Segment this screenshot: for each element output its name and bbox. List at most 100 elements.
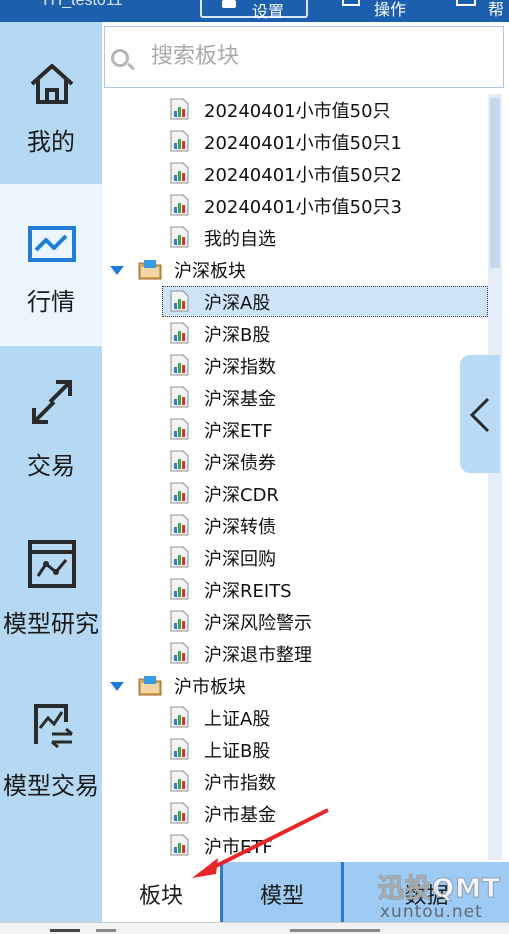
tree-folder-row[interactable]: 沪市板块 xyxy=(102,670,490,702)
sector-doc-icon xyxy=(170,226,189,248)
sector-doc-icon xyxy=(170,546,189,568)
sector-doc-icon xyxy=(170,578,189,600)
nav-item-trade[interactable]: 交易 xyxy=(0,346,102,508)
tree-item-row[interactable]: 沪深风险警示 xyxy=(102,606,490,638)
tree-item-row[interactable]: 沪深REITS xyxy=(102,574,490,606)
tree-item-row[interactable]: 沪深CDR xyxy=(102,478,490,510)
settings-label: 设置 xyxy=(252,2,285,21)
sector-doc-icon xyxy=(170,450,189,472)
tree-item-label: 沪市指数 xyxy=(204,773,276,794)
tree-item-label: 沪深回购 xyxy=(204,549,276,570)
tree-item-label: 沪深风险警示 xyxy=(204,613,312,634)
tree-item-row[interactable]: 20240401小市值50只 xyxy=(102,94,490,126)
sector-doc-icon xyxy=(170,162,189,184)
bottom-tab-bar: 板块 模型 数据 xyxy=(102,862,509,922)
operation-label: 操作 xyxy=(374,0,407,19)
sector-doc-icon xyxy=(170,418,189,440)
nav-label-mine: 我的 xyxy=(27,128,75,156)
tab-model[interactable]: 模型 xyxy=(223,862,341,922)
gear-icon xyxy=(222,0,236,8)
operation-button[interactable]: 操作 xyxy=(336,0,426,19)
nav-label-market: 行情 xyxy=(27,288,75,316)
tree-item-label: 沪市ETF xyxy=(204,837,273,858)
tree-scrollbar[interactable] xyxy=(488,94,502,860)
tree-item-row[interactable]: 沪市指数 xyxy=(102,766,490,798)
operation-icon xyxy=(342,0,360,6)
tree-item-row[interactable]: 20240401小市值50只2 xyxy=(102,158,490,190)
expand-arrow-icon[interactable] xyxy=(110,266,124,275)
help-icon xyxy=(456,0,476,6)
status-indicator xyxy=(96,929,116,932)
tree-item-row[interactable]: 沪深指数 xyxy=(102,350,490,382)
sector-doc-icon xyxy=(170,802,189,824)
tree-item-label: 20240401小市值50只 xyxy=(204,101,391,122)
tree-item-label: 沪深债券 xyxy=(204,453,276,474)
home-icon xyxy=(30,64,74,104)
tree-item-label: 20240401小市值50只1 xyxy=(204,133,402,154)
tree-item-row[interactable]: 沪深ETF xyxy=(102,414,490,446)
tree-item-row[interactable]: 20240401小市值50只3 xyxy=(102,190,490,222)
tree-item-label: 上证A股 xyxy=(204,709,271,730)
scrollbar-thumb[interactable] xyxy=(490,98,500,268)
tree-item-label: 沪深B股 xyxy=(204,325,271,346)
tree-item-row[interactable]: 上证B股 xyxy=(102,734,490,766)
tree-item-label: 沪深转债 xyxy=(204,517,276,538)
tree-item-row[interactable]: 上证A股 xyxy=(102,702,490,734)
tree-item-label: 沪深指数 xyxy=(204,357,276,378)
tree-item-row[interactable]: 我的自选 xyxy=(102,222,490,254)
status-indicator xyxy=(290,929,380,932)
sector-panel: 20240401小市值50只 20240401小市值50只1 20240401小市值… xyxy=(102,22,509,922)
sector-doc-icon xyxy=(170,770,189,792)
status-indicator xyxy=(50,929,80,932)
tree-item-row[interactable]: 沪市ETF xyxy=(102,830,490,860)
settings-button[interactable]: 设置 xyxy=(200,0,308,21)
folder-icon xyxy=(138,676,162,696)
folder-icon xyxy=(138,260,162,280)
chevron-left-icon xyxy=(469,397,490,433)
tab-sector[interactable]: 板块 xyxy=(102,862,220,922)
sector-doc-icon xyxy=(170,482,189,504)
swap-arrows-icon xyxy=(32,380,72,424)
nav-label-trade: 交易 xyxy=(27,452,75,480)
tree-item-row[interactable]: 沪深A股 xyxy=(102,286,490,318)
tree-item-label: 20240401小市值50只3 xyxy=(204,197,402,218)
tree-item-row[interactable]: 沪市基金 xyxy=(102,798,490,830)
tree-item-row[interactable]: 沪深基金 xyxy=(102,382,490,414)
sector-doc-icon xyxy=(170,130,189,152)
username-label: YH_test011 xyxy=(40,0,123,9)
tree-item-label: 我的自选 xyxy=(204,229,276,250)
market-chart-icon xyxy=(28,226,76,262)
model-trade-icon xyxy=(34,704,73,749)
help-button[interactable]: 帮 xyxy=(452,0,509,19)
tree-item-row[interactable]: 20240401小市值50只1 xyxy=(102,126,490,158)
tree-item-label: 20240401小市值50只2 xyxy=(204,165,402,186)
sector-doc-icon xyxy=(170,386,189,408)
tree-item-row[interactable]: 沪深退市整理 xyxy=(102,638,490,670)
sector-doc-icon xyxy=(170,194,189,216)
nav-item-model-research[interactable]: 模型研究 xyxy=(0,508,102,670)
sector-doc-icon xyxy=(170,514,189,536)
nav-label-model-research: 模型研究 xyxy=(3,610,99,638)
help-label: 帮 xyxy=(488,0,505,19)
nav-item-market[interactable]: 行情 xyxy=(0,184,102,346)
tree-item-label: 沪深板块 xyxy=(174,261,246,282)
sector-doc-icon xyxy=(170,322,189,344)
status-bar xyxy=(0,922,509,934)
tree-folder-row[interactable]: 沪深板块 xyxy=(102,254,490,286)
nav-item-model-trade[interactable]: 模型交易 xyxy=(0,670,102,832)
collapse-panel-button[interactable] xyxy=(460,355,500,473)
expand-arrow-icon[interactable] xyxy=(110,682,124,691)
tab-data[interactable]: 数据 xyxy=(344,862,509,922)
search-input[interactable] xyxy=(151,39,491,73)
tree-item-row[interactable]: 沪深转债 xyxy=(102,510,490,542)
tree-item-label: 沪深CDR xyxy=(204,485,279,506)
search-icon xyxy=(111,49,129,67)
sector-doc-icon xyxy=(170,738,189,760)
tree-item-row[interactable]: 沪深回购 xyxy=(102,542,490,574)
nav-item-mine[interactable]: 我的 xyxy=(0,22,102,184)
tree-item-row[interactable]: 沪深B股 xyxy=(102,318,490,350)
sector-doc-icon xyxy=(170,98,189,120)
tree-item-label: 沪深基金 xyxy=(204,389,276,410)
tree-item-row[interactable]: 沪深债券 xyxy=(102,446,490,478)
model-research-icon xyxy=(28,540,76,588)
